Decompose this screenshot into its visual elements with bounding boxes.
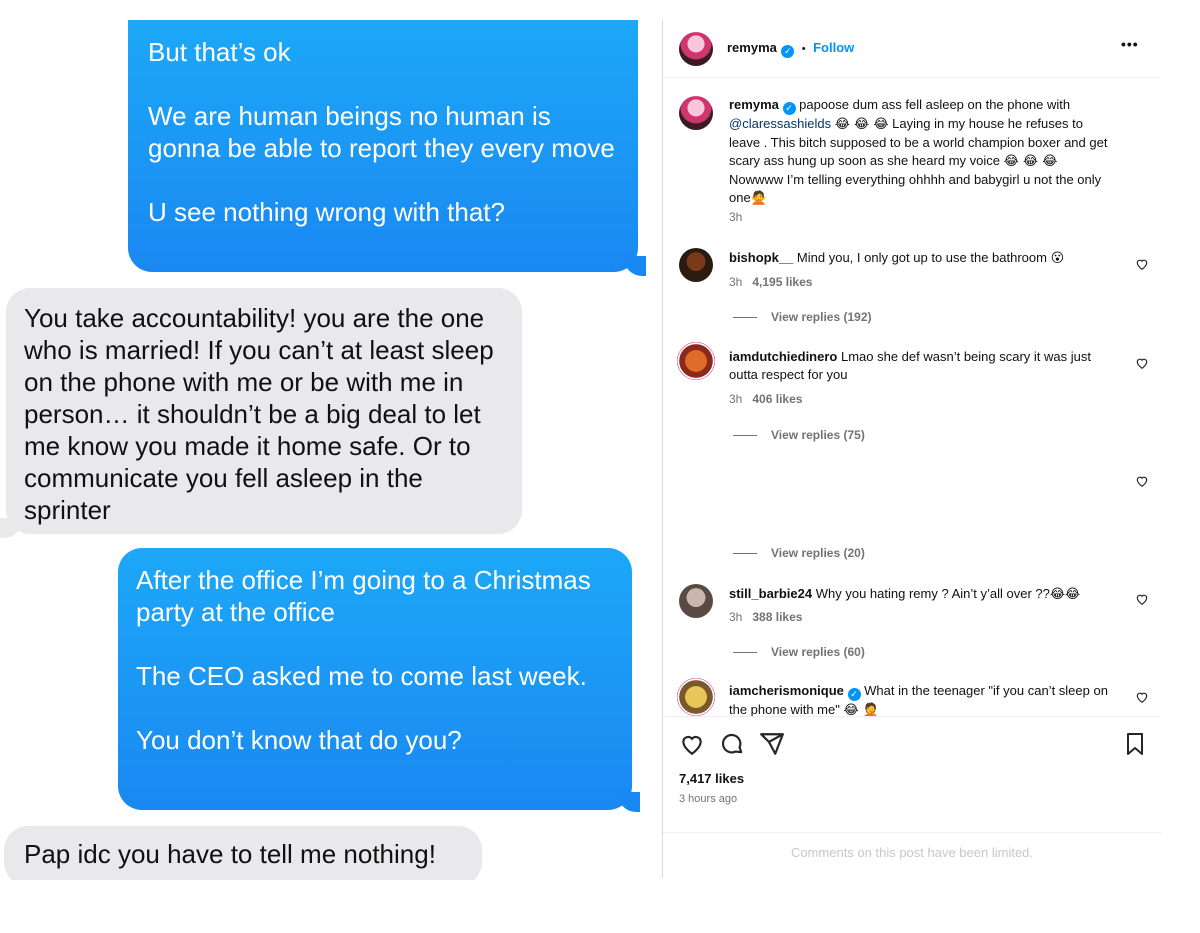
bubble-tail [0,518,22,538]
comment-meta: 3h 406 likes [729,392,803,406]
comment-text: Why you hating remy ? Ain’t y’all over ?… [815,586,1050,601]
username[interactable]: remyma [727,40,777,55]
post-caption: remyma ✓ papoose dum ass fell asleep on … [729,96,1114,208]
share-icon[interactable] [759,731,785,757]
bubble-tail [624,256,646,276]
comment-likes[interactable]: 4,195 likes [752,275,812,289]
save-bookmark-icon[interactable] [1123,731,1147,757]
like-heart-icon[interactable] [679,731,705,757]
view-replies-button[interactable]: View replies (60) [733,645,865,659]
received-message-bubble: Pap idc you have to tell me nothing! [4,826,482,880]
view-replies-button[interactable]: View replies (192) [733,310,872,324]
avatar[interactable] [679,96,713,130]
caption-username[interactable]: remyma [729,97,779,112]
like-comment-heart-icon[interactable] [1135,474,1149,488]
caption-emoji: 😂 😂 😂 [834,117,889,132]
avatar[interactable] [677,342,715,380]
comment-username[interactable]: iamdutchiedinero [729,349,837,364]
comment-likes[interactable]: 406 likes [752,392,802,406]
caption-text: papoose dum ass fell asleep on the phone… [799,97,1071,112]
caption-emoji: 🙅 [750,191,767,206]
post-header: remyma ✓ • Follow ••• [663,20,1161,78]
comment-emoji: 😂 🤦 [843,703,879,716]
caption-text: Nowwww I’m telling everything ohhhh and … [729,172,1102,205]
view-replies-button[interactable]: View replies (20) [733,546,865,560]
follow-button[interactable]: Follow [813,40,854,55]
comment-username[interactable]: bishopk__ [729,250,793,265]
comment-clip: iamcherismonique ✓ What in the teenager … [663,674,1161,716]
received-message-bubble: You take accountability! you are the one… [6,288,522,534]
instagram-post-panel: remyma ✓ • Follow ••• remyma ✓ papoose d… [662,20,1161,878]
imessage-conversation: But that’s ok We are human beings no hum… [0,0,650,880]
caption-emoji: 😂 😂 😂 [1003,154,1058,169]
avatar[interactable] [679,584,713,618]
comment-username[interactable]: still_barbie24 [729,586,812,601]
like-comment-heart-icon[interactable] [1135,592,1149,606]
verified-icon: ✓ [782,102,796,115]
separator: • [801,43,806,55]
post-time: 3 hours ago [679,793,738,805]
comment-meta: 3h 388 likes [729,610,803,624]
sent-message-bubble: After the office I’m going to a Christma… [118,548,632,810]
comment-emoji: 😂😂 [1049,587,1081,602]
like-comment-heart-icon[interactable] [1135,690,1149,704]
mention-link[interactable]: @claressashields [729,116,831,131]
comments-limited-notice: Comments on this post have been limited. [663,832,1161,878]
view-replies-button[interactable]: View replies (75) [733,428,865,442]
comment-text: Mind you, I only got up to use the bathr… [796,250,1047,265]
comment-emoji: 😮 [1050,251,1065,266]
comment-icon[interactable] [719,731,745,757]
more-options-icon[interactable]: ••• [1121,36,1139,52]
verified-icon: ✓ [847,688,861,701]
verified-icon: ✓ [781,45,795,58]
caption-time: 3h [729,210,743,224]
comment: still_barbie24 Why you hating remy ? Ain… [729,585,1114,604]
like-comment-heart-icon[interactable] [1135,356,1149,370]
comment: iamcherismonique ✓ What in the teenager … [729,682,1114,716]
comment-meta: 3h 4,195 likes [729,275,813,289]
post-likes[interactable]: 7,417 likes [679,771,744,786]
comment-likes[interactable]: 388 likes [752,610,802,624]
like-comment-heart-icon[interactable] [1135,257,1149,271]
comment-username[interactable]: iamcherismonique [729,683,844,698]
comment: bishopk__ Mind you, I only got up to use… [729,249,1114,268]
avatar[interactable] [679,248,713,282]
bubble-tail [618,792,640,812]
avatar[interactable] [677,678,715,716]
sent-message-bubble: But that’s ok We are human beings no hum… [128,20,638,272]
avatar[interactable] [679,32,713,66]
comment: iamdutchiedinero Lmao she def wasn’t bei… [729,348,1114,384]
